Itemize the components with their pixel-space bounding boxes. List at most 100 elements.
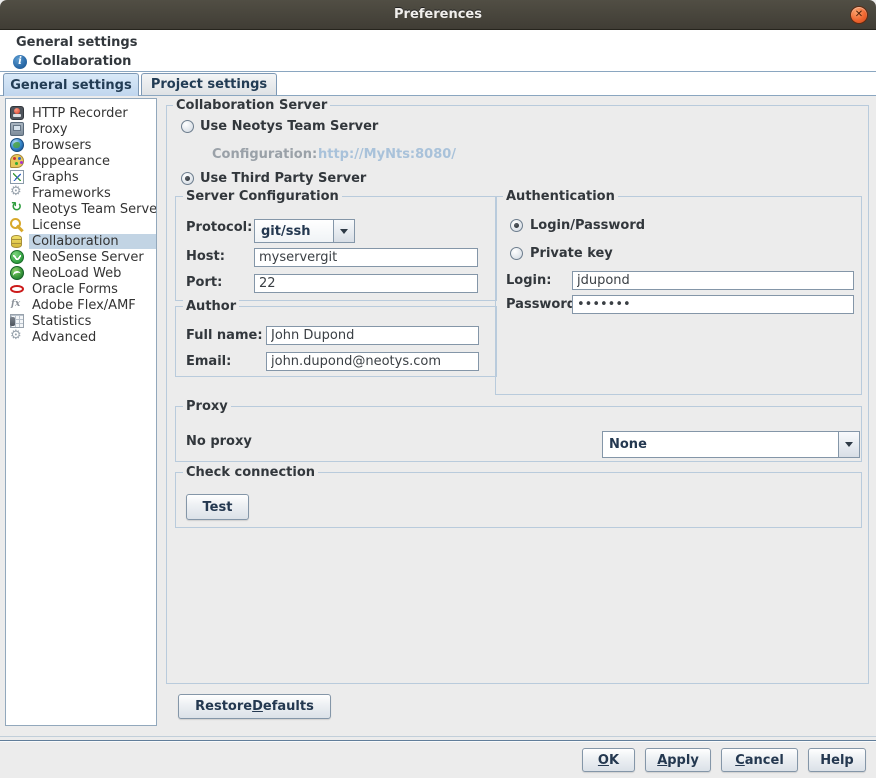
sidebar-item-license[interactable]: License xyxy=(6,217,156,233)
server-configuration-title: Server Configuration xyxy=(183,189,342,204)
collaboration-server-group: Collaboration Server Use Neotys Team Ser… xyxy=(166,105,869,684)
sidebar-item-label: Adobe Flex/AMF xyxy=(29,298,139,313)
use-third-party-server-label: Use Third Party Server xyxy=(200,171,366,187)
globe-icon xyxy=(10,138,24,152)
sidebar-item-oracle-forms[interactable]: Oracle Forms xyxy=(6,281,156,297)
private-key-radio[interactable] xyxy=(510,247,523,260)
login-password-label: Login/Password xyxy=(530,218,645,234)
tab-bar: General settings Project settings xyxy=(0,72,876,95)
use-neotys-team-server-radio[interactable] xyxy=(181,120,194,133)
sidebar-item-label: HTTP Recorder xyxy=(29,106,131,121)
sidebar-item-label: Frameworks xyxy=(29,186,114,201)
sidebar-item-label: NeoSense Server xyxy=(29,250,147,265)
preferences-window: Preferences ✕ General settings Collabora… xyxy=(0,0,876,778)
sync-icon xyxy=(10,202,24,216)
sidebar-item-label: Oracle Forms xyxy=(29,282,121,297)
sidebar-item-browsers[interactable]: Browsers xyxy=(6,137,156,153)
gear-icon xyxy=(10,330,24,344)
restore-defaults-button[interactable]: Restore Defaults xyxy=(178,694,331,719)
titlebar: Preferences ✕ xyxy=(0,0,876,30)
sidebar-item-neoload-web[interactable]: NeoLoad Web xyxy=(6,265,156,281)
collaboration-server-group-title: Collaboration Server xyxy=(173,98,330,113)
password-label: Password: xyxy=(506,297,581,313)
sidebar-item-http-recorder[interactable]: HTTP Recorder xyxy=(6,105,156,121)
login-password-radio[interactable] xyxy=(510,219,523,232)
sidebar-item-proxy[interactable]: Proxy xyxy=(6,121,156,137)
header-page-row: Collaboration xyxy=(13,54,131,69)
window-title: Preferences xyxy=(394,7,482,22)
sidebar-item-collaboration[interactable]: Collaboration xyxy=(6,233,156,249)
author-group: Author Full name: Email: xyxy=(175,306,497,377)
host-label: Host: xyxy=(186,249,225,265)
sidebar-item-label: Appearance xyxy=(29,154,113,169)
password-field[interactable] xyxy=(572,295,854,314)
protocol-label: Protocol: xyxy=(186,220,252,236)
full-name-field[interactable] xyxy=(266,326,479,345)
sidebar-item-label: Graphs xyxy=(29,170,82,185)
proxy-dropdown-button[interactable] xyxy=(838,432,859,457)
tab-general-settings[interactable]: General settings xyxy=(3,73,139,96)
port-field[interactable] xyxy=(254,274,478,293)
apply-button[interactable]: Apply xyxy=(645,748,711,772)
sidebar-item-label: Statistics xyxy=(29,314,94,329)
page-header: General settings Collaboration xyxy=(0,30,876,72)
sidebar-item-label: NeoLoad Web xyxy=(29,266,124,281)
private-key-label: Private key xyxy=(530,246,613,262)
sidebar-item-frameworks[interactable]: Frameworks xyxy=(6,185,156,201)
palette-icon xyxy=(10,154,24,168)
db-icon xyxy=(11,235,22,248)
web-icon xyxy=(10,266,24,280)
stats-icon xyxy=(10,314,24,328)
sidebar-item-neosense-server[interactable]: NeoSense Server xyxy=(6,249,156,265)
email-field[interactable] xyxy=(266,352,479,371)
host-field[interactable] xyxy=(254,248,478,267)
tab-content: HTTP RecorderProxyBrowsersAppearanceGrap… xyxy=(0,95,876,737)
sidebar-item-neotys-team-server[interactable]: Neotys Team Server xyxy=(6,201,156,217)
close-button[interactable]: ✕ xyxy=(850,6,868,24)
check-connection-group: Check connection Test xyxy=(175,472,862,528)
protocol-select[interactable]: git/ssh xyxy=(254,219,355,243)
pulse-icon xyxy=(10,250,24,264)
key-icon xyxy=(10,218,24,232)
proxy-select[interactable]: None xyxy=(602,431,860,458)
proxy-title: Proxy xyxy=(183,399,231,414)
sidebar-item-graphs[interactable]: Graphs xyxy=(6,169,156,185)
ok-button[interactable]: OK xyxy=(582,748,635,772)
sidebar-item-label: Neotys Team Server xyxy=(29,202,157,217)
gears-icon xyxy=(10,186,24,200)
oracle-icon xyxy=(10,282,24,296)
sidebar-item-advanced[interactable]: Advanced xyxy=(6,329,156,345)
cancel-button[interactable]: Cancel xyxy=(721,748,798,772)
help-button[interactable]: Help xyxy=(808,748,866,772)
sidebar-item-adobe-flex-amf[interactable]: Adobe Flex/AMF xyxy=(6,297,156,313)
sidebar-item-label: License xyxy=(29,218,84,233)
sidebar-item-label: Browsers xyxy=(29,138,94,153)
proxy-group: Proxy No proxy None xyxy=(175,406,862,462)
sidebar-item-appearance[interactable]: Appearance xyxy=(6,153,156,169)
footer-button-bar: OK Apply Cancel Help xyxy=(0,742,876,778)
sidebar-item-label: Advanced xyxy=(29,330,99,345)
sidebar-item-label: Collaboration xyxy=(29,234,156,249)
author-title: Author xyxy=(183,299,239,314)
use-neotys-team-server-label: Use Neotys Team Server xyxy=(200,119,378,135)
graph-icon xyxy=(10,170,24,184)
email-label: Email: xyxy=(186,354,231,370)
info-icon xyxy=(13,55,27,69)
close-icon: ✕ xyxy=(855,10,863,20)
test-button[interactable]: Test xyxy=(186,494,249,520)
server-configuration-group: Server Configuration Protocol: git/ssh H… xyxy=(175,196,497,301)
flex-icon xyxy=(10,298,24,312)
login-field[interactable] xyxy=(572,271,854,290)
tab-project-settings[interactable]: Project settings xyxy=(141,73,277,95)
login-label: Login: xyxy=(506,273,551,289)
protocol-dropdown-button[interactable] xyxy=(333,220,354,242)
configuration-link[interactable]: http://MyNts:8080/ xyxy=(318,147,456,163)
sidebar-item-statistics[interactable]: Statistics xyxy=(6,313,156,329)
authentication-group: Authentication Login/Password Private ke… xyxy=(495,196,862,395)
use-third-party-server-radio[interactable] xyxy=(181,172,194,185)
protocol-selected-value: git/ssh xyxy=(255,220,333,242)
settings-category-list: HTTP RecorderProxyBrowsersAppearanceGrap… xyxy=(5,98,157,726)
chevron-down-icon xyxy=(845,442,853,447)
authentication-title: Authentication xyxy=(503,189,618,204)
check-connection-title: Check connection xyxy=(183,465,318,480)
